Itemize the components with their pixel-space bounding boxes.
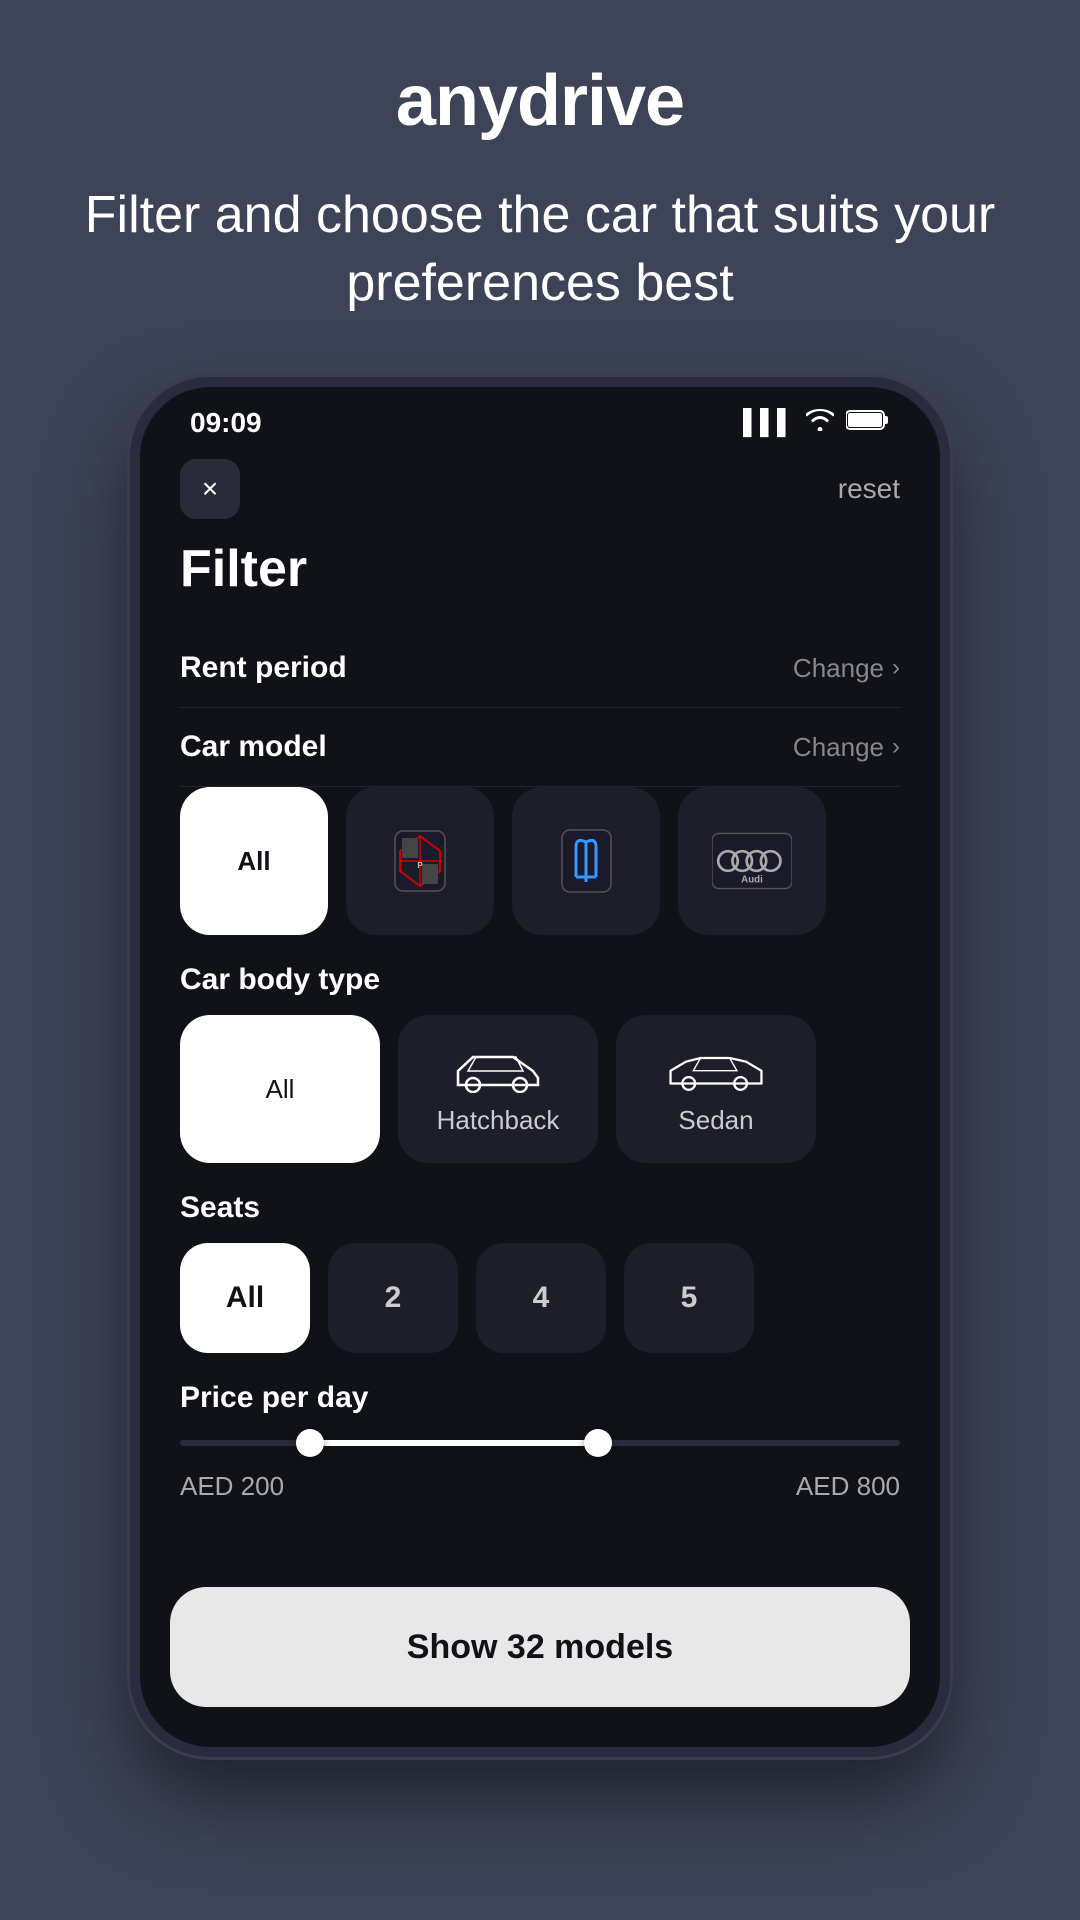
car-model-label: Car model xyxy=(180,730,327,764)
car-model-row[interactable]: Car model Change › xyxy=(180,708,900,787)
filter-content: × reset Filter Rent period Change › Car … xyxy=(140,449,940,1567)
body-chip-all-label: All xyxy=(266,1074,295,1105)
rent-period-chevron: › xyxy=(892,654,900,682)
price-track-fill xyxy=(310,1440,598,1446)
price-min-label: AED 200 xyxy=(180,1471,284,1502)
phone-screen: 09:09 ▌▌▌ xyxy=(140,387,940,1747)
porsche-logo: P xyxy=(380,821,460,901)
seat-chips-row: All 2 4 5 xyxy=(180,1243,900,1353)
seat-chip-2-label: 2 xyxy=(385,1281,402,1315)
seat-chip-5-label: 5 xyxy=(681,1281,698,1315)
brand-chips-row: All P xyxy=(180,787,900,935)
show-button-container: Show 32 models xyxy=(140,1567,940,1747)
rent-period-action[interactable]: Change › xyxy=(793,653,900,684)
price-section: Price per day AED 200 AED 800 xyxy=(180,1381,900,1502)
reset-button[interactable]: reset xyxy=(838,473,900,505)
status-icons: ▌▌▌ xyxy=(743,409,890,438)
audi-logo: Audi xyxy=(712,821,792,901)
seat-chip-5[interactable]: 5 xyxy=(624,1243,754,1353)
car-model-change: Change xyxy=(793,732,884,763)
status-bar: 09:09 ▌▌▌ xyxy=(140,387,940,449)
seat-chip-4-label: 4 xyxy=(533,1281,550,1315)
hatchback-icon xyxy=(448,1043,548,1093)
rent-period-change: Change xyxy=(793,653,884,684)
status-time: 09:09 xyxy=(190,407,262,439)
price-max-label: AED 800 xyxy=(796,1471,900,1502)
seats-heading: Seats xyxy=(180,1191,900,1225)
wifi-icon xyxy=(806,409,834,438)
price-thumb-max[interactable] xyxy=(584,1429,612,1457)
seat-chip-2[interactable]: 2 xyxy=(328,1243,458,1353)
body-chip-hatchback-label: Hatchback xyxy=(437,1105,560,1136)
price-thumb-min[interactable] xyxy=(296,1429,324,1457)
body-chip-all[interactable]: All xyxy=(180,1015,380,1163)
close-button[interactable]: × xyxy=(180,459,240,519)
seat-chip-all[interactable]: All xyxy=(180,1243,310,1353)
app-subtitle: Filter and choose the car that suits you… xyxy=(0,182,1080,317)
body-type-chips-row: All Hatchback xyxy=(180,1015,900,1163)
phone-frame: 09:09 ▌▌▌ xyxy=(130,377,950,1757)
body-chip-sedan-label: Sedan xyxy=(678,1105,753,1136)
sedan-icon xyxy=(666,1043,766,1093)
car-model-action[interactable]: Change › xyxy=(793,732,900,763)
price-labels: AED 200 AED 800 xyxy=(180,1471,900,1502)
price-heading: Price per day xyxy=(180,1381,900,1415)
brand-chip-porsche[interactable]: P xyxy=(346,787,494,935)
brand-chip-maserati[interactable] xyxy=(512,787,660,935)
svg-text:P: P xyxy=(417,861,423,870)
rent-period-row[interactable]: Rent period Change › xyxy=(180,629,900,708)
seat-chip-all-label: All xyxy=(226,1281,264,1315)
filter-top-bar: × reset xyxy=(180,459,900,519)
seat-chip-4[interactable]: 4 xyxy=(476,1243,606,1353)
brand-chip-audi[interactable]: Audi xyxy=(678,787,826,935)
show-models-button[interactable]: Show 32 models xyxy=(170,1587,910,1707)
car-model-chevron: › xyxy=(892,733,900,761)
battery-icon xyxy=(846,409,890,438)
car-body-type-heading: Car body type xyxy=(180,963,900,997)
maserati-logo xyxy=(546,821,626,901)
signal-icon: ▌▌▌ xyxy=(743,409,794,437)
svg-text:Audi: Audi xyxy=(741,875,763,886)
filter-title: Filter xyxy=(180,539,900,599)
price-slider[interactable] xyxy=(180,1435,900,1451)
app-title: anydrive xyxy=(396,60,684,142)
rent-period-label: Rent period xyxy=(180,651,347,685)
body-chip-hatchback[interactable]: Hatchback xyxy=(398,1015,598,1163)
brand-chip-all-label: All xyxy=(237,846,270,877)
body-chip-sedan[interactable]: Sedan xyxy=(616,1015,816,1163)
show-models-label: Show 32 models xyxy=(407,1628,673,1667)
brand-chip-all[interactable]: All xyxy=(180,787,328,935)
